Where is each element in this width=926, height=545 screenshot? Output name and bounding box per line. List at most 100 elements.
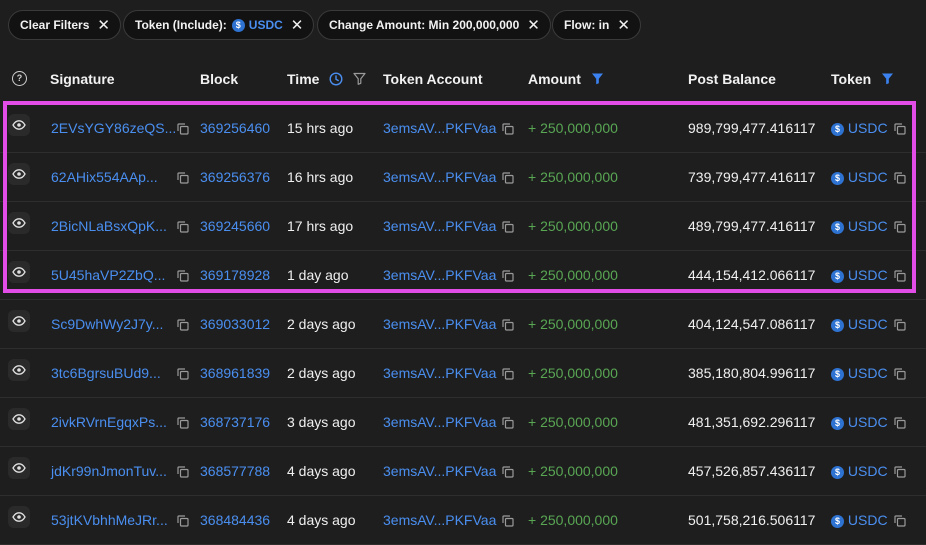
copy-icon[interactable] [502,123,514,135]
token-account-link[interactable]: 3emsAV...PKFVaa [383,169,496,185]
block-link[interactable]: 368961839 [200,365,270,381]
block-link[interactable]: 369033012 [200,316,270,332]
amount-cell: + 250,000,000 [528,316,618,332]
token-account-link[interactable]: 3emsAV...PKFVaa [383,218,496,234]
eye-icon[interactable] [8,457,30,479]
token-account-link[interactable]: 3emsAV...PKFVaa [383,120,496,136]
copy-icon[interactable] [502,466,514,478]
token-link[interactable]: USDC [848,365,888,381]
block-link[interactable]: 368484436 [200,512,270,528]
signature-link[interactable]: Sc9DwhWy2J7y... [51,316,163,332]
help-icon[interactable]: ? [12,71,27,86]
close-icon[interactable]: ✕ [97,18,110,33]
signature-link[interactable]: 2EVsYGY86zeQS... [51,120,176,136]
copy-icon[interactable] [502,221,514,233]
signature-copy-cell [171,463,189,479]
copy-icon[interactable] [177,319,189,331]
token-account-link[interactable]: 3emsAV...PKFVaa [383,316,496,332]
signature-cell: jdKr99nJmonTuv... [51,463,167,479]
column-time-label: Time [287,71,320,87]
token-link[interactable]: USDC [848,512,888,528]
block-link[interactable]: 369256460 [200,120,270,136]
token-account-link[interactable]: 3emsAV...PKFVaa [383,267,496,283]
eye-icon[interactable] [8,359,30,381]
token-link[interactable]: USDC [848,169,888,185]
token-link[interactable]: USDC [848,316,888,332]
token-link[interactable]: USDC [848,218,888,234]
signature-link[interactable]: 2ivkRVrnEgqxPs... [51,414,167,430]
signature-link[interactable]: 53jtKVbhhMeJRr... [51,512,168,528]
copy-icon[interactable] [893,270,906,282]
usdc-coin-icon: $ [231,18,245,32]
copy-icon[interactable] [893,172,906,184]
signature-cell: 3tc6BgrsuBUd9... [51,365,161,381]
time-cell: 3 days ago [287,414,356,430]
eye-icon[interactable] [8,506,30,528]
block-link[interactable]: 368577788 [200,463,270,479]
copy-icon[interactable] [177,368,189,380]
filter-funnel-active-icon[interactable] [591,72,604,85]
copy-icon[interactable] [177,172,189,184]
time-cell: 15 hrs ago [287,120,354,136]
eye-icon[interactable] [8,408,30,430]
close-icon[interactable]: ✕ [291,18,304,33]
block-link[interactable]: 369178928 [200,267,270,283]
token-account-link[interactable]: 3emsAV...PKFVaa [383,414,496,430]
copy-icon[interactable] [177,466,189,478]
block-link[interactable]: 369245660 [200,218,270,234]
copy-icon[interactable] [502,515,514,527]
copy-icon[interactable] [893,466,906,478]
signature-link[interactable]: 2BicNLaBsxQpK... [51,218,167,234]
copy-icon[interactable] [502,319,514,331]
copy-icon[interactable] [893,123,906,135]
eye-icon[interactable] [8,261,30,283]
copy-icon[interactable] [893,221,906,233]
copy-icon[interactable] [177,123,189,135]
eye-icon[interactable] [8,114,30,136]
copy-icon[interactable] [502,172,514,184]
eye-icon[interactable] [8,212,30,234]
amount-cell: + 250,000,000 [528,267,618,283]
amount-filter-chip[interactable]: Change Amount: Min 200,000,000 ✕ [317,10,551,40]
eye-icon[interactable] [8,163,30,185]
token-account-cell: 3emsAV...PKFVaa [383,169,514,185]
copy-icon[interactable] [893,368,906,380]
signature-link[interactable]: jdKr99nJmonTuv... [51,463,167,479]
token-link[interactable]: USDC [848,267,888,283]
copy-icon[interactable] [177,515,189,527]
close-icon[interactable]: ✕ [527,18,540,33]
copy-icon[interactable] [177,417,189,429]
flow-filter-chip[interactable]: Flow: in ✕ [552,10,641,40]
time-cell: 4 days ago [287,512,356,528]
close-icon[interactable]: ✕ [617,18,630,33]
filter-funnel-outline-icon[interactable] [353,72,366,85]
copy-icon[interactable] [893,417,906,429]
token-link[interactable]: USDC [848,414,888,430]
copy-icon[interactable] [177,270,189,282]
token-filter-chip[interactable]: Token (Include): $ USDC ✕ [123,10,315,40]
copy-icon[interactable] [502,270,514,282]
usdc-coin-icon: $ [831,220,844,234]
eye-icon[interactable] [8,310,30,332]
token-account-link[interactable]: 3emsAV...PKFVaa [383,463,496,479]
clock-icon[interactable] [329,72,343,86]
copy-icon[interactable] [893,319,906,331]
clear-filters-chip[interactable]: Clear Filters ✕ [8,10,121,40]
signature-link[interactable]: 3tc6BgrsuBUd9... [51,365,161,381]
copy-icon[interactable] [502,417,514,429]
token-account-link[interactable]: 3emsAV...PKFVaa [383,365,496,381]
filter-funnel-active-icon[interactable] [881,72,894,85]
copy-icon[interactable] [177,221,189,233]
block-link[interactable]: 369256376 [200,169,270,185]
token-account-link[interactable]: 3emsAV...PKFVaa [383,512,496,528]
block-link[interactable]: 368737176 [200,414,270,430]
copy-icon[interactable] [893,515,906,527]
post-balance-cell: 739,799,477.416117 [688,169,816,185]
copy-icon[interactable] [502,368,514,380]
flow-filter-label: Flow: in [564,18,610,32]
token-link[interactable]: USDC [848,463,888,479]
signature-link[interactable]: 5U45haVP2ZbQ... [51,267,165,283]
token-link[interactable]: USDC [848,120,888,136]
signature-link[interactable]: 62AHix554AAp... [51,169,158,185]
token-account-cell: 3emsAV...PKFVaa [383,365,514,381]
